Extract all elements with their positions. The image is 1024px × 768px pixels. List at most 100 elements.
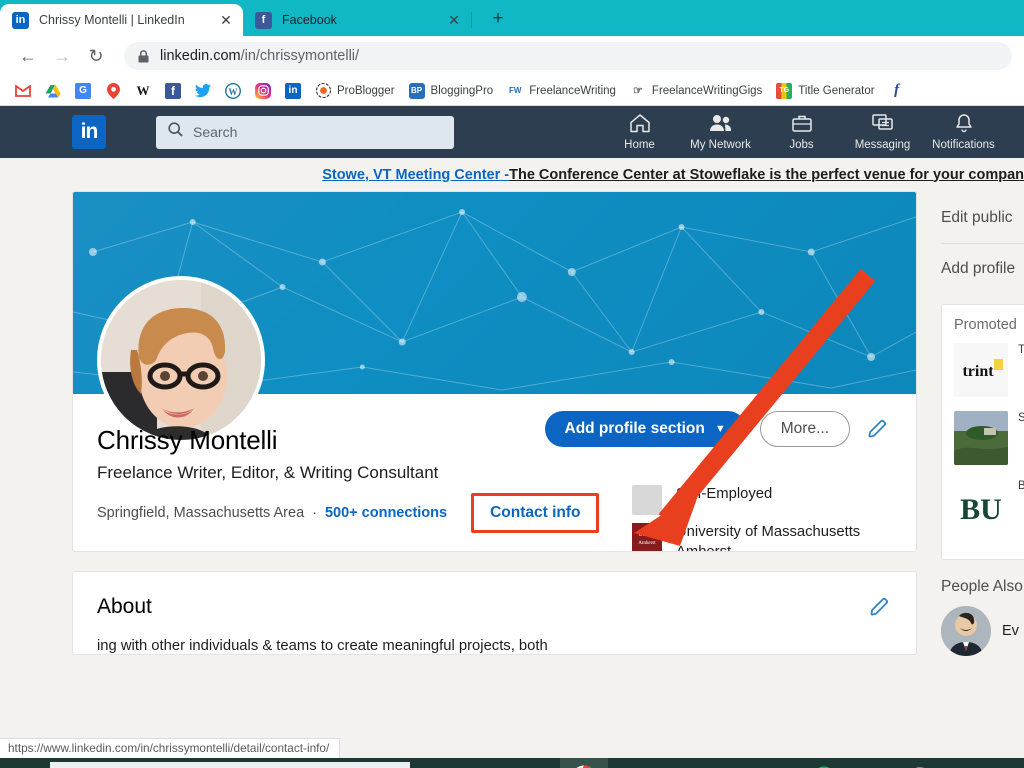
- lock-icon: [138, 49, 149, 63]
- search-placeholder: Search: [193, 124, 238, 140]
- address-bar[interactable]: linkedin.com/in/chrissymontelli/: [124, 42, 1012, 70]
- promoted-title: Promoted: [954, 317, 1017, 333]
- svg-text:trint: trint: [962, 363, 994, 380]
- organization-name: Self-Employed: [676, 486, 773, 502]
- banner-link[interactable]: Stowe, VT Meeting Center -: [322, 167, 509, 183]
- bookmark-twitter[interactable]: [190, 81, 216, 101]
- forward-button[interactable]: →: [46, 40, 78, 72]
- taskbar-search-input[interactable]: Type here to search: [50, 762, 410, 768]
- bell-icon: [954, 113, 974, 136]
- linkedin-logo-icon[interactable]: in: [72, 115, 106, 149]
- promoted-card: Promoted trint T S BU B: [941, 304, 1024, 560]
- reload-button[interactable]: ↻: [80, 40, 112, 72]
- calculator-icon[interactable]: [752, 758, 800, 768]
- svg-text:UMass: UMass: [638, 532, 656, 538]
- organization-row[interactable]: Self-Employed: [632, 485, 890, 515]
- organization-row[interactable]: UMass Amherst University of Massachusetts…: [632, 523, 890, 551]
- cortana-icon[interactable]: [416, 758, 464, 768]
- browser-tab-facebook[interactable]: f Facebook ✕: [243, 4, 471, 36]
- file-explorer-icon[interactable]: [512, 758, 560, 768]
- person-avatar: [941, 606, 991, 656]
- linkedin-icon: in: [285, 82, 301, 99]
- bookmark-problogger[interactable]: ProBlogger: [310, 81, 400, 101]
- word-icon[interactable]: W: [608, 758, 656, 768]
- nav-item-messaging[interactable]: Messaging: [842, 113, 923, 151]
- edit-public-profile-link[interactable]: Edit public: [941, 205, 1024, 231]
- nav-label: My Network: [690, 139, 751, 151]
- nav-label: Notifications: [932, 139, 995, 151]
- facebook-icon: f: [255, 11, 272, 29]
- nav-item-jobs[interactable]: Jobs: [761, 113, 842, 151]
- nav-label: Home: [624, 139, 655, 151]
- bookmark-title-generator[interactable]: TG Title Generator: [771, 81, 879, 101]
- search-input[interactable]: Search: [156, 115, 454, 149]
- contact-info-link[interactable]: Contact info: [490, 504, 580, 521]
- bookmark-wordpress[interactable]: W: [220, 81, 246, 101]
- promoted-banner[interactable]: Stowe, VT Meeting Center - The Conferenc…: [0, 158, 1024, 191]
- people-icon: [708, 113, 734, 136]
- bookmark-gmail[interactable]: [10, 81, 36, 101]
- new-tab-button[interactable]: +: [484, 5, 512, 33]
- nav-label: Messaging: [854, 139, 911, 151]
- bookmark-bloggingpro[interactable]: BP BloggingPro: [404, 81, 499, 101]
- bookmark-instagram[interactable]: [250, 81, 276, 101]
- bookmark-label: BloggingPro: [430, 84, 494, 97]
- windows-start-icon[interactable]: [0, 758, 50, 768]
- nav-item-my-network[interactable]: My Network: [680, 113, 761, 151]
- promoted-item[interactable]: S: [954, 411, 1024, 465]
- status-bar-url: https://www.linkedin.com/in/chrissymonte…: [0, 738, 341, 758]
- person-name: Ev: [1002, 623, 1019, 639]
- bookmark-wikipedia[interactable]: W: [130, 81, 156, 101]
- photos-icon[interactable]: [896, 758, 944, 768]
- nav-item-notifications[interactable]: Notifications: [923, 113, 1004, 151]
- bookmark-google-drive[interactable]: [40, 81, 66, 101]
- bookmark-google-maps[interactable]: [100, 81, 126, 101]
- add-profile-link[interactable]: Add profile: [941, 256, 1024, 282]
- promoted-copy: S: [1018, 412, 1024, 424]
- about-text: ing with other individuals & teams to cr…: [97, 638, 548, 654]
- extra-icon[interactable]: [944, 758, 992, 768]
- profile-card: Add profile section ▼ More... Chrissy Mo…: [72, 191, 917, 552]
- search-icon: [168, 122, 183, 142]
- bookmark-f-script[interactable]: f: [884, 81, 910, 101]
- bookmark-linkedin[interactable]: in: [280, 81, 306, 101]
- contact-info-highlight[interactable]: Contact info: [471, 493, 600, 533]
- svg-text:Amherst: Amherst: [638, 541, 656, 546]
- close-icon[interactable]: ✕: [217, 11, 235, 29]
- people-also-viewed-item[interactable]: Ev: [941, 606, 1024, 656]
- chrome-icon[interactable]: [560, 758, 608, 768]
- promoted-copy: T: [1018, 344, 1024, 356]
- powerpoint-icon[interactable]: P: [704, 758, 752, 768]
- spotify-icon[interactable]: [800, 758, 848, 768]
- linkedin-page: in Search Home My Network Jobs Messaging…: [0, 106, 1024, 758]
- back-button[interactable]: ←: [12, 40, 44, 72]
- bookmark-google-translate[interactable]: G: [70, 81, 96, 101]
- bookmark-label: Title Generator: [798, 84, 875, 97]
- profile-headline: Freelance Writer, Editor, & Writing Cons…: [97, 463, 439, 482]
- bookmark-freelancewritinggigs[interactable]: ☞ FreelanceWritingGigs: [625, 81, 767, 101]
- bookmark-freelancewriting[interactable]: FW FreelanceWriting: [502, 81, 621, 101]
- facebook-icon: f: [165, 82, 181, 99]
- promoted-item[interactable]: BU B: [954, 479, 1024, 533]
- excel-icon[interactable]: X: [656, 758, 704, 768]
- close-icon[interactable]: ✕: [445, 11, 463, 29]
- browser-tab-linkedin[interactable]: in Chrissy Montelli | LinkedIn ✕: [0, 4, 243, 36]
- profile-location: Springfield, Massachusetts Area: [97, 505, 305, 521]
- paint-icon[interactable]: A: [848, 758, 896, 768]
- avatar[interactable]: [97, 276, 265, 444]
- nav-item-home[interactable]: Home: [599, 113, 680, 151]
- pencil-icon[interactable]: [866, 594, 892, 620]
- freelancewriting-icon: FW: [508, 86, 522, 95]
- promoted-item[interactable]: trint T: [954, 343, 1024, 397]
- briefcase-icon: [791, 113, 813, 136]
- connections-link[interactable]: 500+ connections: [325, 505, 447, 521]
- task-view-icon[interactable]: [464, 758, 512, 768]
- bloggingpro-icon: BP: [408, 82, 425, 99]
- blank-logo-icon: [632, 485, 662, 515]
- nav-item-me-partial[interactable]: [1004, 113, 1024, 151]
- google-drive-icon: [45, 83, 61, 99]
- bookmark-label: ProBlogger: [337, 84, 395, 97]
- wikipedia-icon: W: [136, 82, 150, 98]
- profile-body: Add profile section ▼ More... Chrissy Mo…: [73, 276, 916, 551]
- bookmark-facebook[interactable]: f: [160, 81, 186, 101]
